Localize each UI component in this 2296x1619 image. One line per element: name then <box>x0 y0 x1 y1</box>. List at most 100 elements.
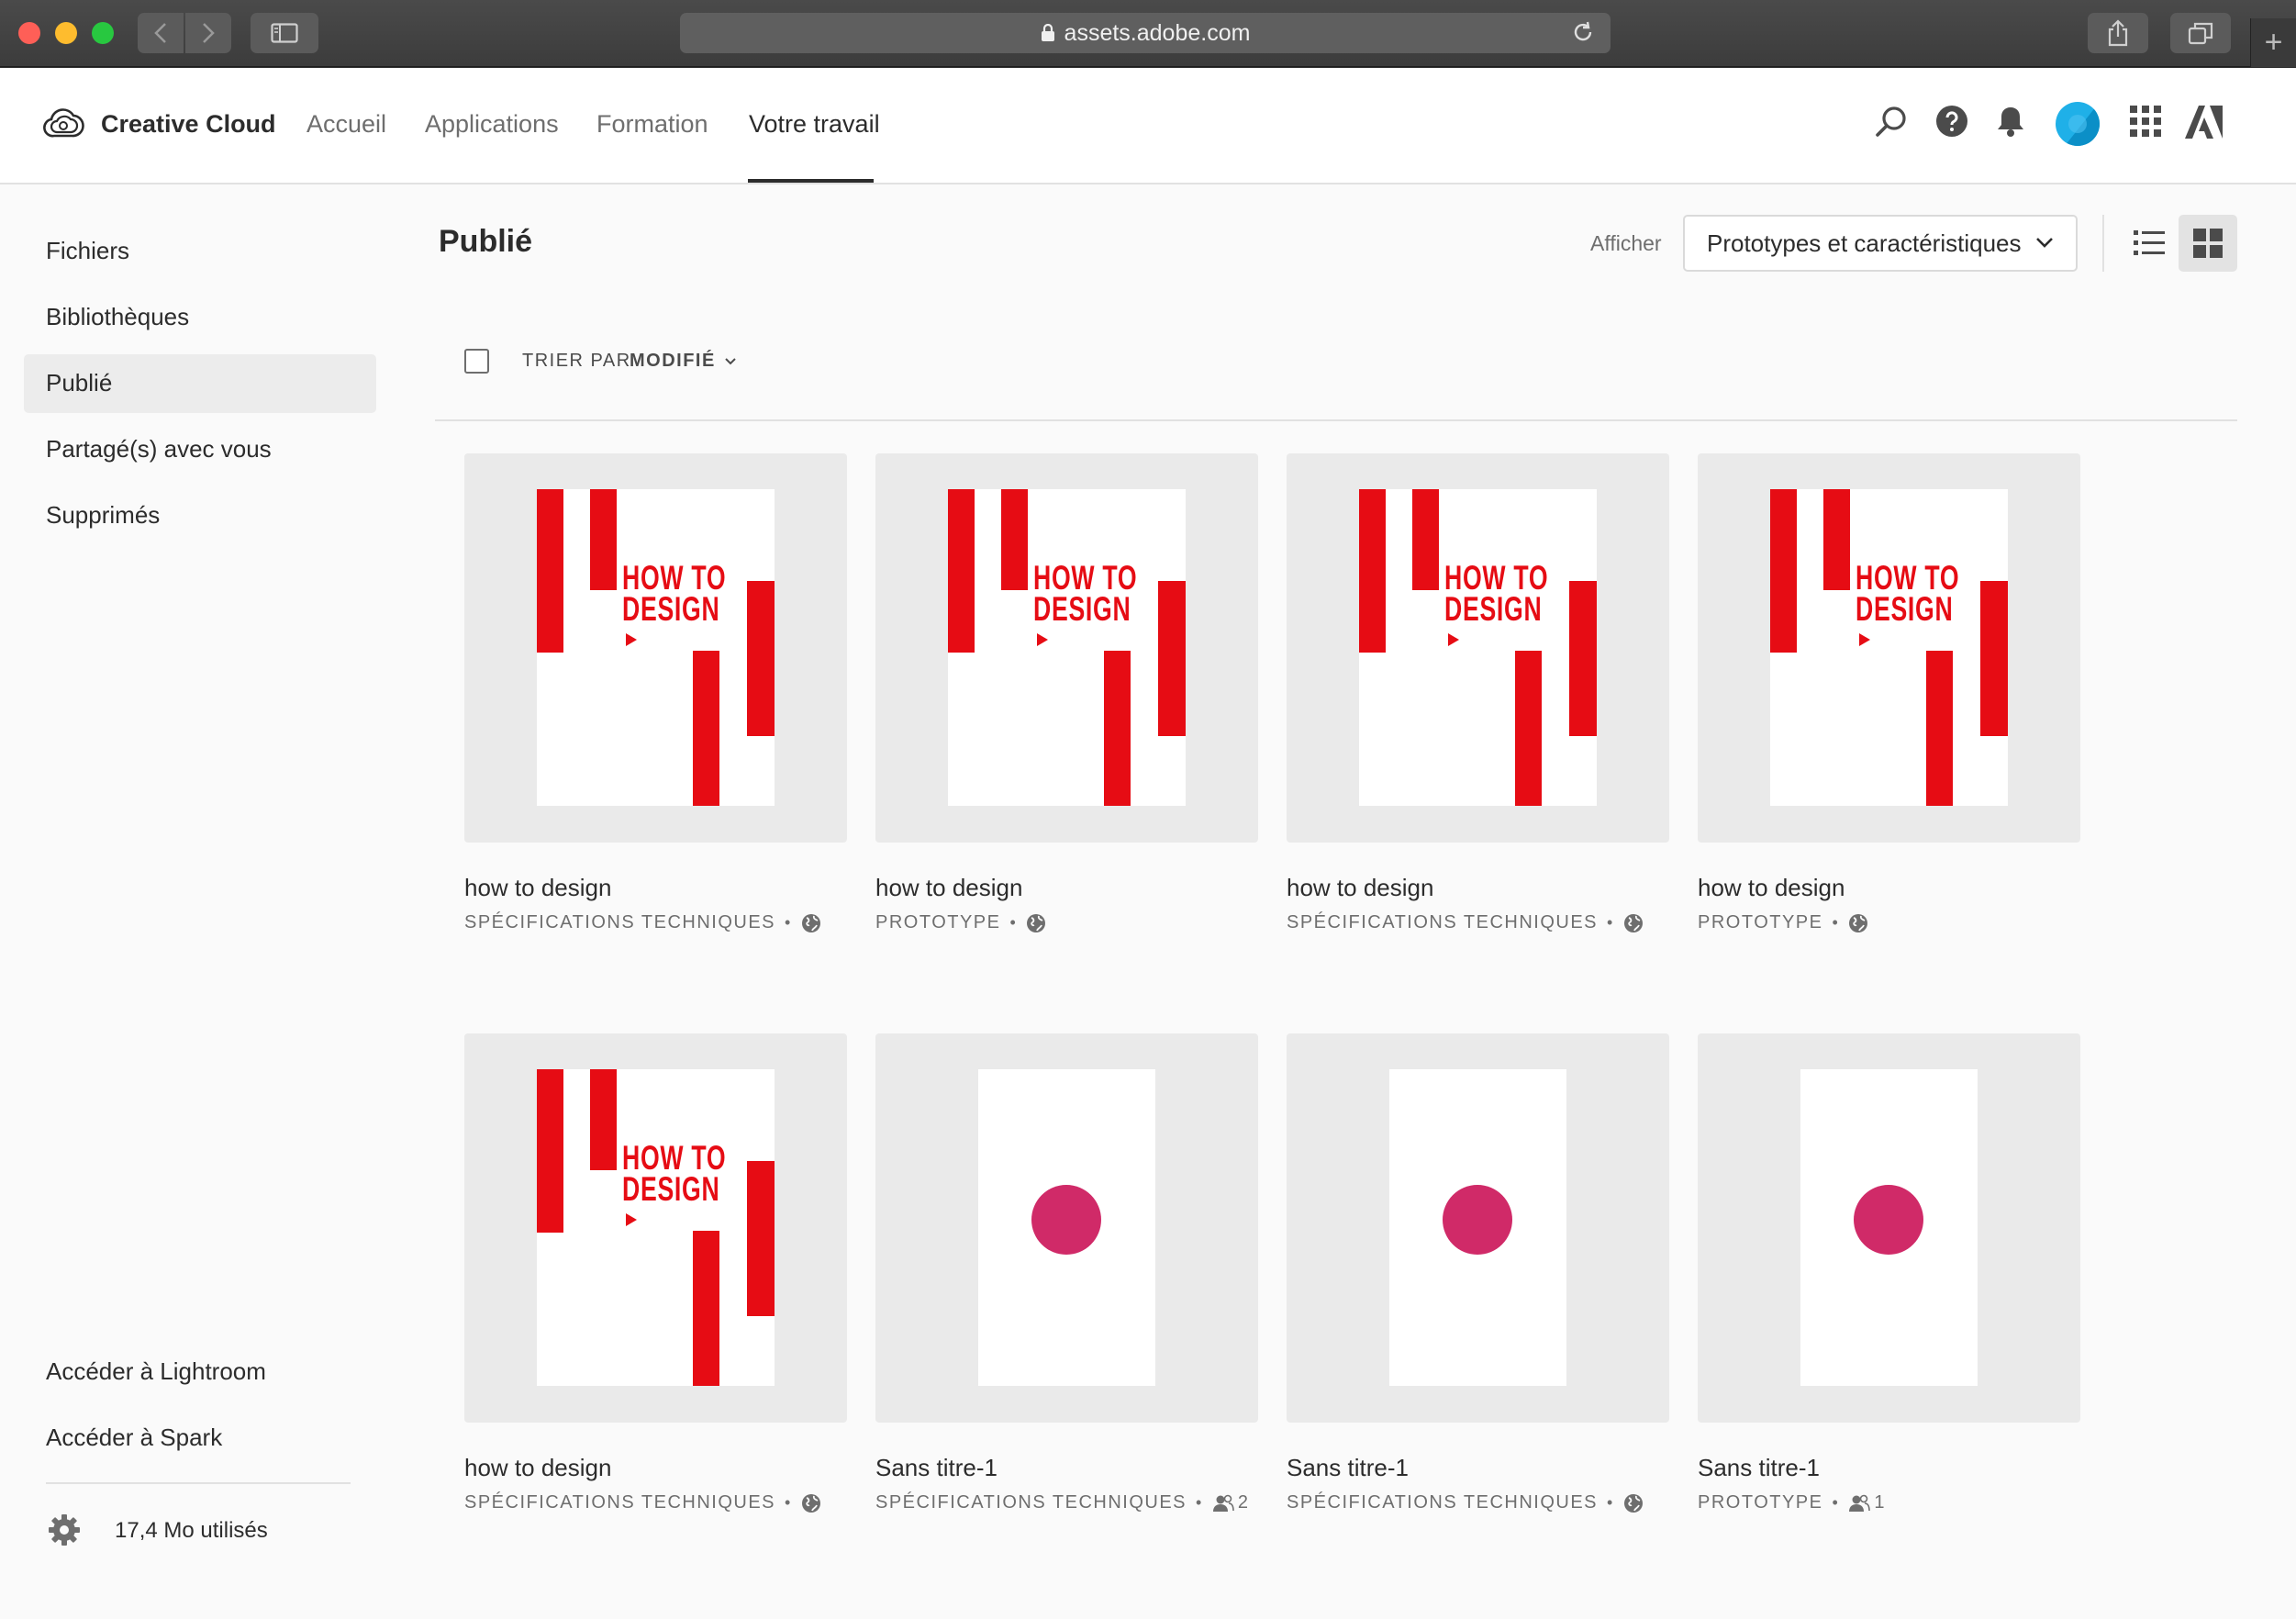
tabs-icon <box>2188 22 2213 45</box>
forward-button[interactable] <box>185 13 231 53</box>
creative-cloud-logo-icon[interactable] <box>41 108 85 140</box>
bullet-separator: • <box>1009 913 1018 932</box>
sort-dropdown[interactable]: MODIFIÉ <box>630 351 716 372</box>
zoom-window-button[interactable] <box>92 22 114 44</box>
artboard-preview <box>978 1069 1155 1386</box>
asset-thumbnail[interactable] <box>1287 1033 1669 1423</box>
poster-bar <box>1823 489 1850 590</box>
grid-view-icon <box>2193 229 2223 258</box>
content-divider <box>435 419 2237 421</box>
address-bar[interactable]: assets.adobe.com <box>680 13 1611 53</box>
nav-formation[interactable]: Formation <box>596 110 708 139</box>
asset-title[interactable]: how to design <box>1287 874 1433 902</box>
globe-icon <box>801 1493 821 1513</box>
poster-title: HOW TO DESIGN <box>1856 559 1960 628</box>
poster-bar <box>693 1231 719 1386</box>
poster-bar <box>1770 489 1797 653</box>
url-text: assets.adobe.com <box>1064 19 1251 46</box>
search-icon[interactable] <box>1874 105 1909 140</box>
asset-title[interactable]: how to design <box>464 874 611 902</box>
circle-shape <box>1031 1185 1101 1255</box>
asset-thumbnail[interactable]: HOW TO DESIGN <box>875 453 1258 843</box>
link-lightroom[interactable]: Accéder à Lightroom <box>46 1357 266 1386</box>
sidebar-item-supprimes[interactable]: Supprimés <box>46 501 160 530</box>
adobe-logo-icon[interactable] <box>2185 105 2224 140</box>
poster-title: HOW TO DESIGN <box>1444 559 1549 628</box>
circle-shape <box>1443 1185 1512 1255</box>
select-all-checkbox[interactable] <box>464 349 489 374</box>
asset-title[interactable]: Sans titre-1 <box>1287 1454 1409 1482</box>
apps-grid-icon[interactable] <box>2129 105 2162 138</box>
asset-title[interactable]: how to design <box>1698 874 1845 902</box>
back-button[interactable] <box>138 13 184 53</box>
sidebar-toggle-button[interactable] <box>251 13 318 53</box>
play-icon <box>1037 633 1048 646</box>
asset-type: SPÉCIFICATIONS TECHNIQUES <box>464 912 776 932</box>
user-avatar[interactable] <box>2056 102 2100 146</box>
new-tab-button[interactable]: + <box>2250 18 2296 67</box>
bullet-separator: • <box>1607 1493 1614 1512</box>
share-button[interactable] <box>2088 13 2148 53</box>
asset-type: PROTOTYPE <box>1698 1492 1823 1513</box>
gear-icon[interactable] <box>49 1514 80 1546</box>
grid-view-button[interactable] <box>2179 215 2237 272</box>
asset-meta: SPÉCIFICATIONS TECHNIQUES • <box>464 1492 821 1513</box>
asset-thumbnail[interactable] <box>1698 1033 2080 1423</box>
top-navigation: Creative Cloud Accueil Applications Form… <box>0 68 2296 184</box>
brand-name[interactable]: Creative Cloud <box>101 110 276 139</box>
browser-toolbar: assets.adobe.com + <box>0 0 2296 67</box>
artboard-preview <box>1800 1069 1978 1386</box>
reload-icon[interactable] <box>1570 19 1596 45</box>
filter-selected-value: Prototypes et caractéristiques <box>1707 229 2022 257</box>
asset-thumbnail[interactable]: HOW TO DESIGN <box>1287 453 1669 843</box>
asset-thumbnail[interactable] <box>875 1033 1258 1423</box>
link-spark[interactable]: Accéder à Spark <box>46 1424 222 1452</box>
people-icon <box>1848 1494 1871 1513</box>
show-tabs-button[interactable] <box>2170 13 2231 53</box>
nav-votre-travail[interactable]: Votre travail <box>749 110 880 139</box>
sidebar-item-fichiers[interactable]: Fichiers <box>46 237 129 265</box>
asset-title[interactable]: Sans titre-1 <box>875 1454 998 1482</box>
asset-thumbnail[interactable]: HOW TO DESIGN <box>464 1033 847 1423</box>
sidebar-item-partages[interactable]: Partagé(s) avec vous <box>46 435 272 463</box>
asset-title[interactable]: Sans titre-1 <box>1698 1454 1820 1482</box>
list-view-button[interactable] <box>2120 215 2179 272</box>
nav-applications[interactable]: Applications <box>425 110 559 139</box>
asset-meta: SPÉCIFICATIONS TECHNIQUES • 2 <box>875 1492 1248 1513</box>
poster-bar <box>537 489 563 653</box>
poster-preview: HOW TO DESIGN <box>537 1069 775 1386</box>
asset-title[interactable]: how to design <box>875 874 1022 902</box>
sidebar-item-publie[interactable]: Publié <box>46 369 112 397</box>
sidebar-item-bibliotheques[interactable]: Bibliothèques <box>46 303 189 331</box>
bullet-separator: • <box>1607 913 1614 932</box>
storage-usage: 17,4 Mo utilisés <box>115 1518 268 1543</box>
poster-preview: HOW TO DESIGN <box>1770 489 2008 806</box>
chevron-left-icon <box>154 23 166 43</box>
poster-bar <box>1359 489 1386 653</box>
minimize-window-button[interactable] <box>55 22 77 44</box>
list-view-icon <box>2134 230 2165 255</box>
close-window-button[interactable] <box>18 22 40 44</box>
chevron-down-icon <box>2036 238 2053 248</box>
poster-bar <box>1515 651 1542 806</box>
chevron-down-icon[interactable] <box>723 354 738 369</box>
poster-bar <box>1569 581 1597 736</box>
circle-shape <box>1854 1185 1923 1255</box>
asset-meta: PROTOTYPE • 1 <box>1698 1492 1884 1513</box>
help-icon[interactable] <box>1935 105 1968 138</box>
poster-bar <box>1158 581 1186 736</box>
asset-thumbnail[interactable]: HOW TO DESIGN <box>1698 453 2080 843</box>
notifications-bell-icon[interactable] <box>1996 105 2025 138</box>
globe-icon <box>1026 913 1046 933</box>
asset-meta: SPÉCIFICATIONS TECHNIQUES • <box>1287 912 1644 933</box>
globe-icon <box>801 913 821 933</box>
poster-bar <box>747 581 775 736</box>
poster-bar <box>537 1069 563 1233</box>
asset-thumbnail[interactable]: HOW TO DESIGN <box>464 453 847 843</box>
globe-icon <box>1623 1493 1644 1513</box>
asset-title[interactable]: how to design <box>464 1454 611 1482</box>
play-icon <box>1448 633 1459 646</box>
filter-dropdown[interactable]: Prototypes et caractéristiques <box>1683 215 2078 272</box>
sort-label: TRIER PAR <box>522 351 631 371</box>
nav-accueil[interactable]: Accueil <box>307 110 386 139</box>
